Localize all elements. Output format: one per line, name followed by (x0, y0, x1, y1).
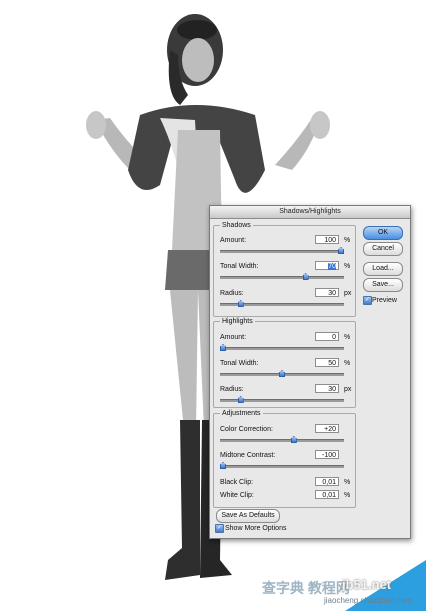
shadows-tonal-width-thumb[interactable] (302, 273, 309, 280)
adjustments-group-title: Adjustments (220, 409, 263, 418)
midtone-contrast-label: Midtone Contrast: (220, 452, 276, 459)
shadows-amount-field[interactable]: 100 (315, 235, 339, 244)
show-more-options-checkbox[interactable]: ✓ (215, 524, 224, 533)
watermark-url: jiaocheng.chazidian.com (324, 596, 412, 605)
black-clip-field[interactable]: 0,01 (315, 477, 339, 486)
load-button[interactable]: Load... (363, 262, 403, 276)
shadows-tonal-width-label: Tonal Width: (220, 263, 259, 270)
shadows-radius-thumb[interactable] (237, 300, 244, 307)
midtone-contrast-field[interactable]: -100 (315, 450, 339, 459)
shadows-tonal-width-field[interactable]: 70 (315, 261, 339, 270)
highlights-tonal-width-unit: % (344, 360, 351, 367)
color-correction-slider[interactable] (220, 436, 344, 443)
highlights-radius-unit: px (344, 386, 352, 393)
shadows-highlights-dialog: Shadows/Highlights Shadows Amount: 100 %… (209, 205, 411, 539)
midtone-contrast-slider[interactable] (220, 462, 344, 469)
shadows-radius-label: Radius: (220, 290, 244, 297)
shadows-amount-unit: % (344, 237, 351, 244)
highlights-group-title: Highlights (220, 317, 255, 326)
shadows-group: Shadows Amount: 100 % Tonal Width: 70 % … (213, 221, 356, 317)
highlights-group: Highlights Amount: 0 % Tonal Width: 50 %… (213, 317, 356, 408)
highlights-amount-label: Amount: (220, 334, 247, 341)
highlights-tonal-width-thumb[interactable] (279, 370, 285, 377)
shadows-amount-slider[interactable] (220, 247, 344, 254)
color-correction-label: Color Correction: (220, 426, 273, 433)
cancel-button[interactable]: Cancel (363, 242, 403, 256)
highlights-radius-thumb[interactable] (237, 396, 244, 403)
highlights-tonal-width-field[interactable]: 50 (315, 358, 339, 367)
adjustments-group: Adjustments Color Correction: +20 Midton… (213, 409, 356, 508)
show-more-options-label: Show More Options (225, 525, 287, 532)
highlights-amount-slider[interactable] (220, 344, 344, 351)
shadows-tonal-width-unit: % (344, 263, 351, 270)
save-as-defaults-button[interactable]: Save As Defaults (216, 509, 280, 523)
color-correction-field[interactable]: +20 (315, 424, 339, 433)
shadows-radius-field[interactable]: 30 (315, 288, 339, 297)
shadows-tonal-width-slider[interactable] (220, 273, 344, 280)
ok-button[interactable]: OK (363, 226, 403, 240)
highlights-radius-field[interactable]: 30 (315, 384, 339, 393)
black-clip-label: Black Clip: (220, 479, 254, 486)
watermark-site: jb51.net (342, 577, 392, 592)
highlights-amount-field[interactable]: 0 (315, 332, 339, 341)
save-button[interactable]: Save... (363, 278, 403, 292)
white-clip-unit: % (344, 492, 351, 499)
shadows-radius-slider[interactable] (220, 300, 344, 307)
highlights-amount-thumb[interactable] (220, 344, 226, 351)
black-clip-unit: % (344, 479, 351, 486)
shadows-group-title: Shadows (220, 221, 253, 230)
watermark-brand: 查字典 教程网 (262, 580, 350, 596)
highlights-radius-slider[interactable] (220, 396, 344, 403)
highlights-tonal-width-label: Tonal Width: (220, 360, 259, 367)
midtone-contrast-thumb[interactable] (220, 462, 226, 469)
highlights-tonal-width-slider[interactable] (220, 370, 344, 377)
shadows-amount-label: Amount: (220, 237, 247, 244)
white-clip-field[interactable]: 0,01 (315, 490, 339, 499)
dialog-title: Shadows/Highlights (210, 206, 410, 219)
preview-label: Preview (372, 297, 397, 304)
white-clip-label: White Clip: (220, 492, 254, 499)
preview-checkbox[interactable]: ✓ (363, 296, 372, 305)
shadows-radius-unit: px (344, 290, 352, 297)
shadows-amount-thumb[interactable] (338, 247, 344, 254)
color-correction-thumb[interactable] (290, 436, 297, 443)
highlights-radius-label: Radius: (220, 386, 244, 393)
highlights-amount-unit: % (344, 334, 351, 341)
